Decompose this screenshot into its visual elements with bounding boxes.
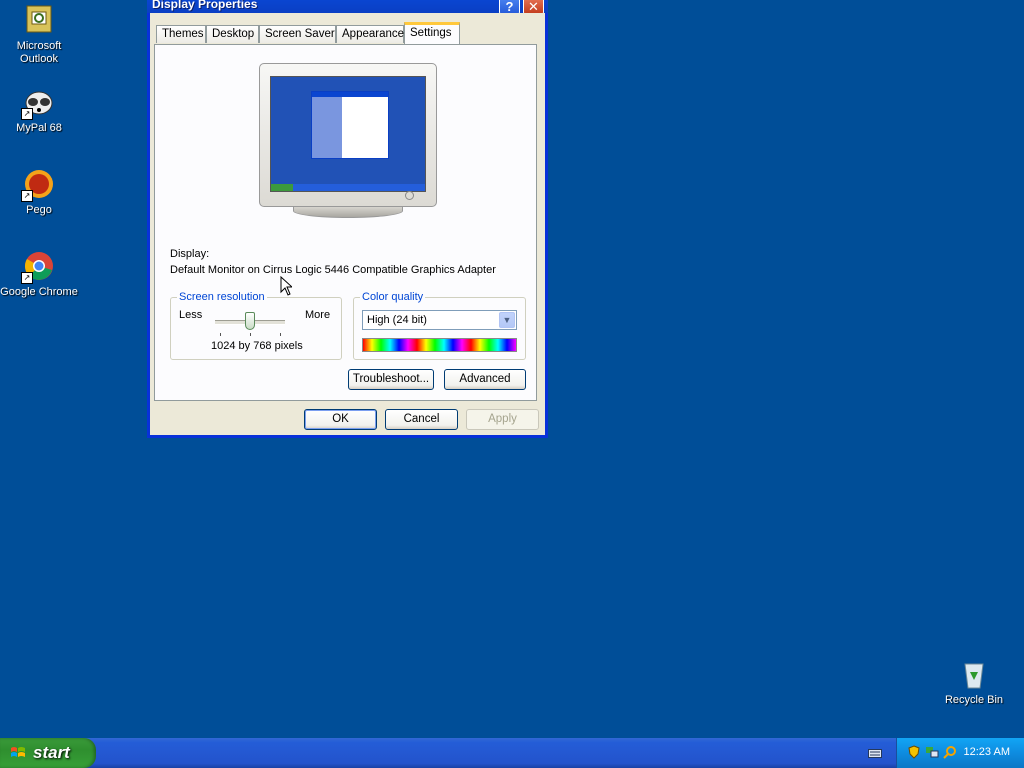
desktop-icon-label: Pego xyxy=(26,204,52,216)
tab-settings[interactable]: Settings xyxy=(404,22,460,44)
preview-taskbar xyxy=(271,184,425,191)
search-icon[interactable] xyxy=(943,745,957,759)
monitor-preview xyxy=(259,63,437,218)
title-bar[interactable]: Display Properties ? ✕ xyxy=(147,0,548,15)
screen-resolution-legend: Screen resolution xyxy=(177,291,267,303)
resolution-value: 1024 by 768 pixels xyxy=(211,340,303,352)
display-properties-window: Display Properties ? ✕ Themes Desktop Sc… xyxy=(147,0,548,438)
color-quality-value: High (24 bit) xyxy=(367,314,427,326)
close-icon: ✕ xyxy=(528,0,539,14)
desktop-icon-outlook[interactable]: Microsoft Outlook xyxy=(0,4,78,66)
apply-button[interactable]: Apply xyxy=(466,409,539,430)
desktop-icon-mypal[interactable]: ↗ MyPal 68 xyxy=(0,86,78,135)
shortcut-arrow-icon: ↗ xyxy=(21,272,33,284)
monitor-screen xyxy=(270,76,426,192)
color-spectrum-bar xyxy=(362,338,517,352)
resolution-slider-thumb[interactable] xyxy=(245,312,255,330)
desktop-icon-pego[interactable]: ↗ Pego xyxy=(0,168,78,217)
display-value: Default Monitor on Cirrus Logic 5446 Com… xyxy=(170,264,496,276)
advanced-button[interactable]: Advanced xyxy=(444,369,526,390)
dialog-client: Themes Desktop Screen Saver Appearance S… xyxy=(150,13,545,435)
troubleshoot-button[interactable]: Troubleshoot... xyxy=(348,369,434,390)
clock[interactable]: 12:23 AM xyxy=(964,746,1010,758)
monitor-power-button-icon xyxy=(405,191,414,200)
outlook-icon xyxy=(23,4,55,36)
security-shield-icon[interactable] xyxy=(907,745,921,759)
start-button[interactable]: start xyxy=(0,738,96,768)
question-icon: ? xyxy=(505,0,514,14)
screen-resolution-group: Screen resolution Less More 1024 by 768 … xyxy=(170,291,342,360)
desktop-icon-chrome[interactable]: ↗ Google Chrome xyxy=(0,250,78,299)
display-label: Display: xyxy=(170,248,210,260)
desktop-icon-label: MyPal 68 xyxy=(16,122,62,134)
desktop-icon-label: Google Chrome xyxy=(0,286,78,298)
system-tray: 12:23 AM xyxy=(896,738,1024,768)
color-quality-select[interactable]: High (24 bit) ▼ xyxy=(362,310,517,330)
slider-more-label: More xyxy=(305,309,331,321)
slider-less-label: Less xyxy=(179,309,203,321)
chrome-icon: ↗ xyxy=(21,250,55,284)
start-label: start xyxy=(33,743,70,762)
desktop-icon-label: Recycle Bin xyxy=(944,694,1004,706)
pego-icon: ↗ xyxy=(21,168,55,202)
chevron-down-icon[interactable]: ▼ xyxy=(499,312,515,328)
tab-themes[interactable]: Themes xyxy=(156,25,206,43)
shortcut-arrow-icon: ↗ xyxy=(21,190,33,202)
mypal-icon: ↗ xyxy=(21,86,55,120)
desktop-icon-label: Microsoft Outlook xyxy=(16,40,62,65)
monitor-bezel xyxy=(259,63,437,207)
preview-window xyxy=(311,91,389,159)
slider-tick xyxy=(250,333,251,336)
keyboard-icon[interactable] xyxy=(868,747,882,759)
recycle-bin-icon xyxy=(958,658,990,690)
cancel-button[interactable]: Cancel xyxy=(385,409,458,430)
shortcut-arrow-icon: ↗ xyxy=(21,108,33,120)
window-title: Display Properties xyxy=(152,0,258,11)
color-quality-legend: Color quality xyxy=(360,291,426,303)
slider-tick xyxy=(280,333,281,336)
settings-panel: Display: Default Monitor on Cirrus Logic… xyxy=(154,44,537,401)
tab-desktop[interactable]: Desktop xyxy=(206,25,259,43)
ok-button[interactable]: OK xyxy=(304,409,377,430)
color-quality-group: Color quality High (24 bit) ▼ xyxy=(353,291,526,360)
windows-flag-icon xyxy=(11,747,25,757)
desktop-icon-recycle-bin[interactable]: Recycle Bin xyxy=(935,658,1013,707)
mouse-cursor-icon xyxy=(280,276,292,296)
taskbar: start 12:23 AM xyxy=(0,738,1024,768)
tab-screen-saver[interactable]: Screen Saver xyxy=(259,25,336,43)
tab-appearance[interactable]: Appearance xyxy=(336,25,404,43)
slider-tick xyxy=(220,333,221,336)
network-icon[interactable] xyxy=(925,745,939,759)
